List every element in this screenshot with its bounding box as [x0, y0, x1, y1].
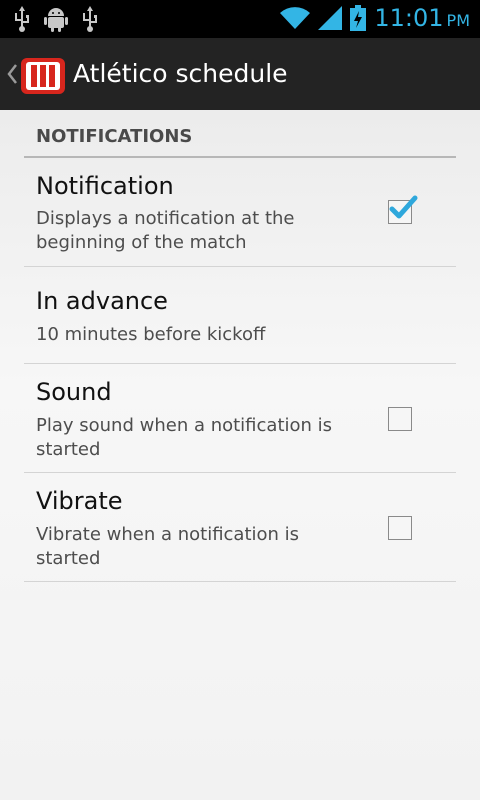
- notification-preference[interactable]: Notification Displays a notification at …: [24, 158, 456, 267]
- screen-title: Atlético schedule: [73, 59, 288, 88]
- usb-icon: [15, 6, 29, 32]
- stadium-icon: [21, 58, 65, 94]
- notification-checkbox[interactable]: [388, 195, 418, 224]
- sound-preference[interactable]: Sound Play sound when a notification is …: [24, 364, 456, 473]
- signal-icon: [318, 6, 343, 30]
- vibrate-checkbox[interactable]: [388, 516, 412, 540]
- pref-title: Notification: [36, 172, 174, 200]
- system-icons: 11:01 PM: [280, 4, 470, 32]
- pref-summary: Play sound when a notification is starte…: [36, 415, 333, 460]
- wifi-icon: [280, 7, 311, 29]
- sound-checkbox[interactable]: [388, 407, 412, 431]
- android-debug-icon: [44, 8, 68, 32]
- checkmark-icon: [389, 195, 418, 219]
- clock-time: 11:01: [374, 4, 444, 32]
- pref-title: Sound: [36, 378, 112, 406]
- preferences-screen: NOTIFICATIONS Notification Displays a no…: [0, 110, 480, 800]
- battery-charging-icon: [350, 5, 367, 31]
- clock-ampm: PM: [446, 11, 470, 30]
- clock: 11:01 PM: [374, 4, 470, 32]
- pref-title: Vibrate: [36, 487, 123, 515]
- in-advance-preference[interactable]: In advance 10 minutes before kickoff: [24, 267, 456, 364]
- pref-summary: 10 minutes before kickoff: [36, 324, 266, 345]
- action-bar: Atlético schedule: [0, 38, 480, 110]
- status-bar: 11:01 PM: [0, 0, 480, 38]
- section-header-label: NOTIFICATIONS: [36, 126, 193, 147]
- pref-summary: Displays a notification at the beginning…: [36, 208, 295, 253]
- pref-summary: Vibrate when a notification is started: [36, 524, 300, 569]
- pref-title: In advance: [36, 287, 168, 315]
- section-header: NOTIFICATIONS: [24, 124, 456, 158]
- chevron-left-icon: [7, 64, 17, 84]
- notification-icons: [14, 6, 98, 32]
- vibrate-preference[interactable]: Vibrate Vibrate when a notification is s…: [24, 473, 456, 582]
- usb-icon: [83, 6, 97, 32]
